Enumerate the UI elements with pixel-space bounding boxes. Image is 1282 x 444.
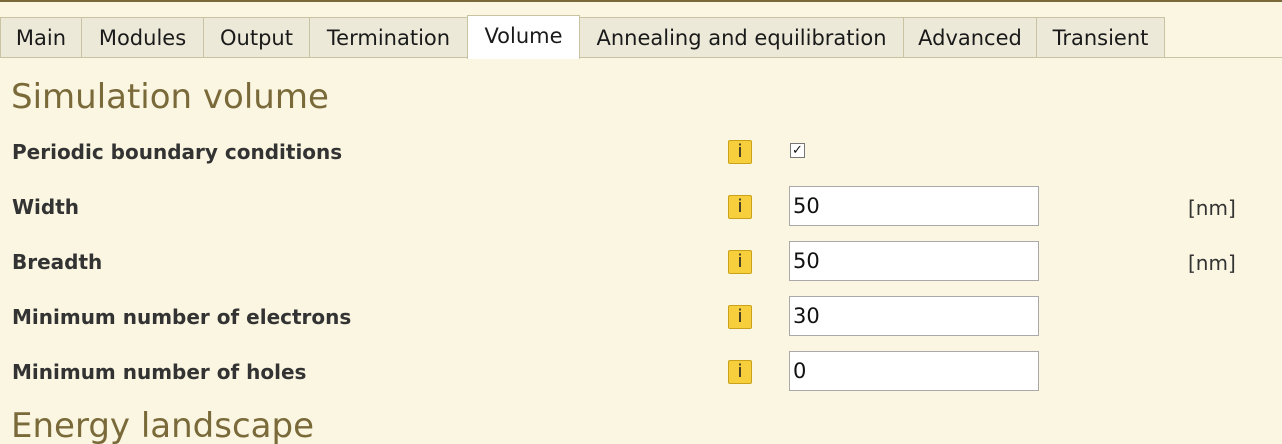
breadth-input[interactable]	[789, 241, 1039, 281]
minimum-electrons-input[interactable]	[789, 296, 1039, 336]
info-icon[interactable]: i	[728, 140, 752, 164]
label-breadth: Breadth	[12, 250, 103, 274]
tab-termination[interactable]: Termination	[309, 17, 468, 57]
tab-transient[interactable]: Transient	[1036, 17, 1165, 57]
info-icon[interactable]: i	[728, 305, 752, 329]
tab-modules[interactable]: Modules	[81, 17, 204, 57]
minimum-holes-input[interactable]	[789, 351, 1039, 391]
section-title-simulation-volume: Simulation volume	[11, 77, 329, 117]
section-title-energy-landscape: Energy landscape	[11, 406, 314, 444]
page: Main Modules Output Termination Volume A…	[0, 0, 1282, 444]
tab-main[interactable]: Main	[0, 17, 82, 57]
label-minimum-number-of-holes: Minimum number of holes	[12, 360, 307, 384]
label-periodic-boundary-conditions: Periodic boundary conditions	[12, 140, 343, 164]
width-input[interactable]	[789, 186, 1039, 226]
width-unit: [nm]	[1188, 196, 1236, 220]
tab-annealing-and-equilibration[interactable]: Annealing and equilibration	[579, 17, 904, 57]
breadth-unit: [nm]	[1188, 251, 1236, 275]
info-icon[interactable]: i	[728, 360, 752, 384]
periodic-boundary-conditions-checkbox[interactable]: ✓	[790, 143, 805, 158]
label-width: Width	[12, 195, 80, 219]
tab-volume[interactable]: Volume	[467, 15, 580, 59]
info-icon[interactable]: i	[728, 195, 752, 219]
top-border	[0, 0, 1282, 2]
tab-advanced[interactable]: Advanced	[903, 17, 1037, 57]
info-icon[interactable]: i	[728, 250, 752, 274]
label-minimum-number-of-electrons: Minimum number of electrons	[12, 305, 352, 329]
tab-output[interactable]: Output	[203, 17, 310, 57]
